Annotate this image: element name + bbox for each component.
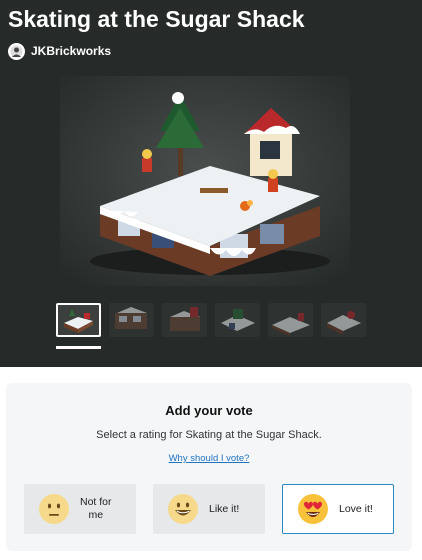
user-avatar-icon bbox=[10, 45, 23, 57]
rating-love-it-button[interactable]: Love it! bbox=[282, 484, 394, 534]
thumbnail-6[interactable] bbox=[321, 303, 366, 337]
grinning-face-icon bbox=[167, 493, 199, 525]
why-vote-link[interactable]: Why should I vote? bbox=[6, 453, 412, 464]
heart-eyes-face-icon bbox=[297, 493, 329, 525]
author-name: JKBrickworks bbox=[31, 44, 112, 58]
avatar bbox=[8, 42, 25, 60]
rating-label: Love it! bbox=[339, 502, 373, 515]
vote-subtitle: Select a rating for Skating at the Sugar… bbox=[96, 429, 322, 441]
thumbnail-1[interactable] bbox=[56, 303, 101, 337]
rating-like-it-button[interactable]: Like it! bbox=[153, 484, 265, 534]
section-divider bbox=[0, 367, 422, 383]
rating-not-for-me-button[interactable]: Not for me bbox=[24, 484, 136, 534]
vote-heading: Add your vote bbox=[165, 403, 253, 418]
author-link[interactable]: JKBrickworks bbox=[8, 42, 111, 60]
gallery-thumbnails bbox=[56, 303, 368, 337]
rating-label: Like it! bbox=[209, 502, 240, 515]
vote-panel: Add your vote Select a rating for Skatin… bbox=[6, 383, 412, 551]
neutral-face-icon bbox=[38, 493, 70, 525]
project-hero: Skating at the Sugar Shack JKBrickworks bbox=[0, 0, 422, 367]
rating-label: Not for me bbox=[80, 496, 112, 521]
thumbnail-5[interactable] bbox=[268, 303, 313, 337]
project-title: Skating at the Sugar Shack bbox=[8, 6, 305, 32]
main-project-image[interactable] bbox=[60, 76, 350, 286]
thumbnail-2[interactable] bbox=[109, 303, 154, 337]
thumbnail-4[interactable] bbox=[215, 303, 260, 337]
active-thumbnail-indicator bbox=[56, 346, 101, 349]
thumbnail-3[interactable] bbox=[162, 303, 207, 337]
